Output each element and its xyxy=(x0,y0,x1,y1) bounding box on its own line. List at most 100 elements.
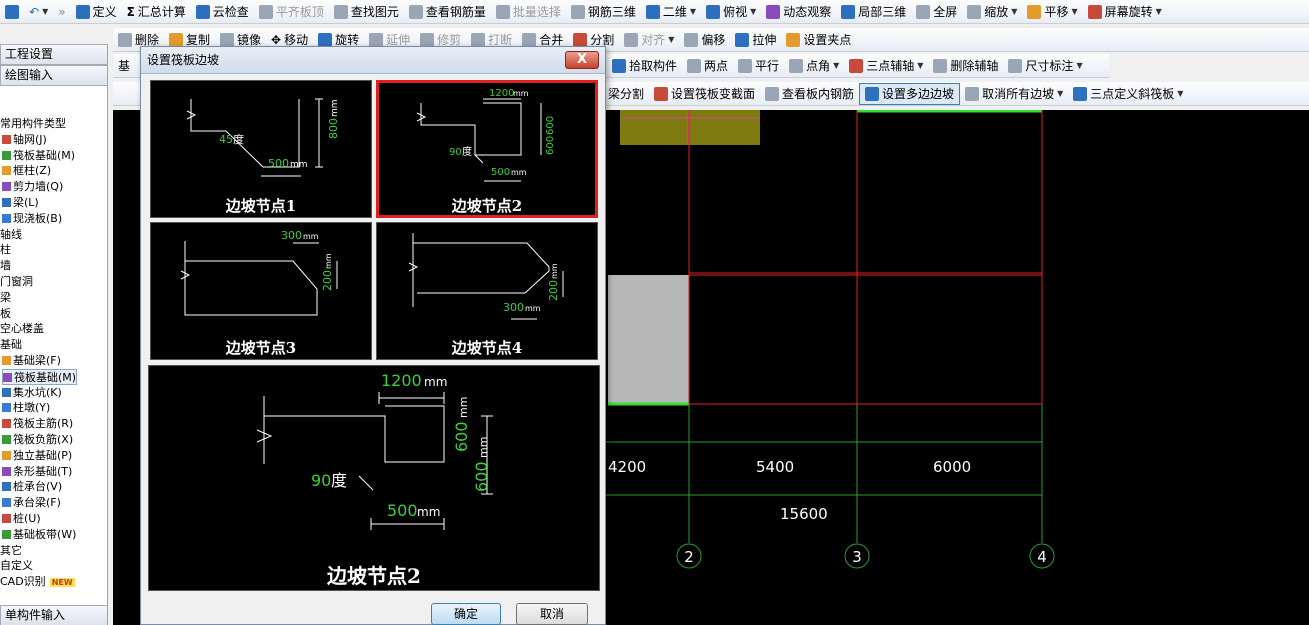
preview-angle: 90 xyxy=(311,471,331,490)
copy-icon xyxy=(169,32,184,47)
tree-item[interactable]: 门窗洞 xyxy=(0,274,33,290)
set-multi-slope-button[interactable]: 设置多边边坡 xyxy=(859,82,961,105)
dialog-close-button[interactable]: X xyxy=(565,51,599,69)
component-icon xyxy=(2,403,11,413)
align-slab-top-button[interactable]: 平齐板顶 xyxy=(254,1,329,23)
tree-item[interactable]: 柱 xyxy=(0,242,11,258)
tree-item[interactable]: 板 xyxy=(0,306,11,322)
tree-item-label: CAD识别 xyxy=(0,575,46,589)
tree-item[interactable]: 轴线 xyxy=(0,227,22,243)
tree-item[interactable]: 筏板主筋(R) xyxy=(2,416,73,432)
pick-icon xyxy=(612,58,627,73)
beam-split-button[interactable]: 梁分割 xyxy=(603,83,649,105)
cancel-all-slopes-button[interactable]: 取消所有边坡 ▼ xyxy=(960,83,1068,105)
tree-item[interactable]: 条形基础(T) xyxy=(2,464,72,480)
slope-node-3[interactable]: 300 mm 200 mm 边坡节点3 xyxy=(150,222,372,360)
axis-label-3: 3 xyxy=(852,548,862,566)
tree-item[interactable]: 轴网(J) xyxy=(2,132,47,148)
tree-item[interactable]: 梁 xyxy=(0,290,11,306)
tree-item[interactable]: 框柱(Z) xyxy=(2,163,51,179)
offset-button[interactable]: 偏移 xyxy=(679,29,730,51)
dynamic-view-button[interactable]: 动态观察 xyxy=(761,1,836,23)
local-3d-icon xyxy=(841,4,856,19)
tree-item[interactable]: 自定义 xyxy=(0,558,33,574)
tree-item[interactable]: 柱墩(Y) xyxy=(2,400,50,416)
mirror-icon xyxy=(220,32,235,47)
tree-item[interactable]: 现浇板(B) xyxy=(2,211,62,227)
delete-axis-button[interactable]: 删除辅轴 xyxy=(928,55,1003,77)
main-toolbar: ↶ ▼ » 定义 Σ 汇总计算 云检查 平齐板顶 查找图元 查看钢筋量 批量选择 钢… xyxy=(0,0,1309,24)
tree-item[interactable]: 基础梁(F) xyxy=(2,353,61,369)
parallel-button[interactable]: 平行 xyxy=(733,55,784,77)
align-slab-icon xyxy=(258,4,273,19)
set-grip-button[interactable]: 设置夹点 xyxy=(781,29,856,51)
tree-item[interactable]: 筏板基础(M) xyxy=(2,148,75,164)
three-point-slope-button[interactable]: 三点定义斜筏板 ▼ xyxy=(1068,83,1188,105)
cancel-button[interactable]: 取消 xyxy=(516,603,588,625)
top-view-button[interactable]: 俯视 ▼ xyxy=(701,1,761,23)
slope-node-2[interactable]: 1200 mm 90 度 600 600 500 mm 边坡节点2 xyxy=(376,80,598,218)
gray-slab[interactable] xyxy=(608,275,689,405)
batch-select-button[interactable]: 批量选择 xyxy=(491,1,566,23)
slope-node-1[interactable]: 45 度 800 mm 500 mm 边坡节点1 xyxy=(150,80,372,218)
local-3d-button[interactable]: 局部三维 xyxy=(836,1,911,23)
tree-item[interactable]: 基础 xyxy=(0,337,22,353)
zoom-button[interactable]: 缩放 ▼ xyxy=(962,1,1022,23)
tree-item[interactable]: 梁(L) xyxy=(2,195,39,211)
screen-rotate-button[interactable]: 屏幕旋转 ▼ xyxy=(1083,1,1167,23)
rotate-icon xyxy=(1087,4,1102,19)
rebar-qty-icon xyxy=(408,4,423,19)
tree-item[interactable]: 桩(U) xyxy=(2,511,41,527)
dialog-title: 设置筏板边坡 xyxy=(141,47,605,74)
component-icon xyxy=(2,466,11,476)
single-component-input-button[interactable]: 单构件输入 xyxy=(0,605,107,625)
stretch-button[interactable]: 拉伸 xyxy=(730,29,781,51)
tree-item-label: 筏板负筋(X) xyxy=(13,433,74,446)
tree-item[interactable]: 桩承台(V) xyxy=(2,479,62,495)
node2-angle-unit: 度 xyxy=(462,145,472,158)
drawing-input-button[interactable]: 绘图输入 xyxy=(0,65,107,86)
pan-button[interactable]: 平移 ▼ xyxy=(1022,1,1082,23)
view-rebar-qty-button[interactable]: 查看钢筋量 xyxy=(404,1,491,23)
tree-item-label: 柱 xyxy=(0,243,11,257)
undo-button[interactable]: ↶ ▼ xyxy=(24,1,53,23)
tree-item[interactable]: 独立基础(P) xyxy=(2,448,72,464)
component-icon xyxy=(2,356,11,365)
tree-item[interactable]: 剪力墙(Q) xyxy=(2,179,63,195)
tree-item[interactable]: 墙 xyxy=(0,258,11,274)
two-points-button[interactable]: 两点 xyxy=(682,55,733,77)
cloud-check-button[interactable]: 云检查 xyxy=(191,1,254,23)
slab-region[interactable] xyxy=(620,110,760,145)
save-button[interactable] xyxy=(0,1,24,23)
tree-item[interactable]: 筏板基础(M) xyxy=(2,368,78,385)
view-slab-rebar-button[interactable]: 查看板内钢筋 xyxy=(760,83,859,105)
preview-dim-v1-unit: mm xyxy=(457,397,470,418)
tree-item[interactable]: 承台梁(F) xyxy=(2,495,61,511)
tree-item[interactable]: 基础板带(W) xyxy=(2,527,76,543)
rebar-3d-button[interactable]: 钢筋三维 xyxy=(566,1,641,23)
dimension-button[interactable]: 尺寸标注 ▼ xyxy=(1003,55,1087,77)
tree-item[interactable]: 其它 xyxy=(0,543,22,559)
define-button[interactable]: 定义 xyxy=(71,1,122,23)
align-button[interactable]: 对齐 ▼ xyxy=(619,29,679,51)
find-element-button[interactable]: 查找图元 xyxy=(329,1,404,23)
point-angle-button[interactable]: 点角 ▼ xyxy=(784,55,844,77)
tree-item-label: 自定义 xyxy=(0,559,33,573)
tree-item[interactable]: 集水坑(K) xyxy=(2,385,62,401)
three-point-axis-button[interactable]: 三点辅轴 ▼ xyxy=(844,55,928,77)
tree-item[interactable]: 空心楼盖 xyxy=(0,321,44,337)
tree-item[interactable]: 筏板负筋(X) xyxy=(2,432,73,448)
view-2d-button[interactable]: 二维 ▼ xyxy=(641,1,701,23)
tree-item[interactable]: 常用构件类型 xyxy=(0,116,66,132)
summary-calc-button[interactable]: Σ 汇总计算 xyxy=(122,1,191,23)
dim-6000: 6000 xyxy=(933,458,971,476)
ok-button[interactable]: 确定 xyxy=(431,603,501,625)
set-variable-section-button[interactable]: 设置筏板变截面 xyxy=(649,83,760,105)
fullscreen-button[interactable]: 全屏 xyxy=(911,1,962,23)
project-settings-button[interactable]: 工程设置 xyxy=(0,44,107,65)
tree-item[interactable]: CAD识别 NEW xyxy=(0,574,75,590)
tree-item-label: 桩承台(V) xyxy=(13,480,63,494)
canvas-labels: 4200 5400 6000 15600 2 3 4 xyxy=(608,458,1047,566)
slope-node-4[interactable]: 200 mm 300 mm 边坡节点4 xyxy=(376,222,598,360)
pick-component-button[interactable]: 拾取构件 xyxy=(607,55,682,77)
